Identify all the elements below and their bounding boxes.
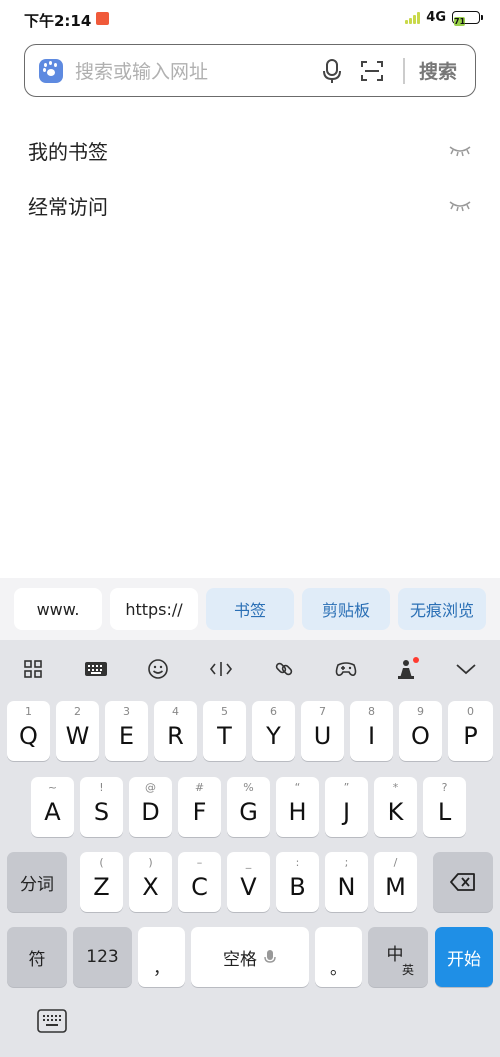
battery-level: 71: [454, 17, 466, 26]
search-button[interactable]: 搜索: [419, 57, 457, 84]
emoji-icon[interactable]: [143, 654, 173, 684]
key-c[interactable]: – C: [178, 852, 221, 912]
network-type: 4G: [426, 10, 446, 25]
chip-www[interactable]: www.: [14, 588, 102, 630]
chip-https[interactable]: https://: [110, 588, 198, 630]
key-o[interactable]: 9O: [399, 701, 442, 761]
comma-key[interactable]: ，: [138, 927, 185, 987]
space-key[interactable]: 空格: [191, 927, 309, 987]
link-icon[interactable]: [269, 654, 299, 684]
status-indicators: 4G 71: [405, 10, 483, 26]
chip-incognito[interactable]: 无痕浏览: [398, 588, 486, 630]
collapse-chevron-icon[interactable]: [451, 654, 481, 684]
gamepad-icon[interactable]: [331, 654, 361, 684]
notification-app-icon: [96, 12, 109, 25]
chip-clipboard[interactable]: 剪贴板: [302, 588, 390, 630]
bookmarks-label: 我的书签: [28, 139, 108, 164]
key-m[interactable]: / M: [374, 852, 417, 912]
search-divider: [403, 57, 405, 84]
keyboard: 1Q 2W 3E 4R 5T 6Y 7U 8I 9O 0P ~ A ! S @ D #…: [0, 640, 500, 1057]
key-j[interactable]: ” J: [325, 777, 368, 837]
status-bar: 下午2:14 4G 71: [0, 0, 500, 40]
search-bar[interactable]: 搜索或输入网址 搜索: [24, 44, 476, 97]
backspace-icon: [450, 873, 475, 891]
keyboard-layout-icon[interactable]: [81, 654, 111, 684]
baidu-paw-icon: [39, 58, 63, 83]
skin-icon[interactable]: [392, 654, 422, 684]
key-b[interactable]: :B: [276, 852, 319, 912]
eye-closed-icon[interactable]: [448, 197, 472, 213]
eye-closed-icon[interactable]: [448, 142, 472, 158]
keyboard-toolbar: [0, 640, 500, 698]
cursor-icon[interactable]: [206, 654, 236, 684]
scan-icon[interactable]: [355, 54, 389, 88]
signal-icon: [405, 11, 421, 24]
bookmarks-row[interactable]: 我的书签: [28, 130, 472, 170]
key-h[interactable]: “H: [276, 777, 319, 837]
key-l[interactable]: ? L: [423, 777, 466, 837]
symbol-key[interactable]: 符: [7, 927, 67, 987]
status-time: 下午2:14: [24, 12, 92, 30]
grid-icon[interactable]: [18, 654, 48, 684]
key-q[interactable]: 1Q: [7, 701, 50, 761]
chip-bookmarks[interactable]: 书签: [206, 588, 294, 630]
frequent-visits-label: 经常访问: [28, 194, 108, 219]
key-u[interactable]: 7U: [301, 701, 344, 761]
segment-key[interactable]: 分词: [7, 852, 67, 912]
period-key[interactable]: 。: [315, 927, 362, 987]
key-n[interactable]: ; N: [325, 852, 368, 912]
key-k[interactable]: * K: [374, 777, 417, 837]
key-x[interactable]: ) X: [129, 852, 172, 912]
key-a[interactable]: ~ A: [31, 777, 74, 837]
microphone-icon: [264, 950, 276, 963]
key-d[interactable]: @ D: [129, 777, 172, 837]
start-button[interactable]: 开始: [435, 927, 493, 987]
key-w[interactable]: 2W: [56, 701, 99, 761]
key-p[interactable]: 0P: [448, 701, 493, 761]
key-f[interactable]: # F: [178, 777, 221, 837]
backspace-key[interactable]: [433, 852, 493, 912]
key-i[interactable]: 8I: [350, 701, 393, 761]
key-s[interactable]: ! S: [80, 777, 123, 837]
frequent-visits-row[interactable]: 经常访问: [28, 185, 472, 225]
language-switch-key[interactable]: 中 英: [368, 927, 428, 987]
key-r[interactable]: 4R: [154, 701, 197, 761]
number-key[interactable]: 123: [73, 927, 132, 987]
microphone-icon[interactable]: [315, 54, 349, 88]
candidate-strip: www. https:// 书签 剪贴板 无痕浏览: [0, 578, 500, 640]
key-g[interactable]: % G: [227, 777, 270, 837]
search-input[interactable]: 搜索或输入网址: [75, 57, 315, 84]
key-v[interactable]: _ V: [227, 852, 270, 912]
keyboard-bottom-bar: [0, 996, 500, 1057]
key-e[interactable]: 3E: [105, 701, 148, 761]
key-y[interactable]: 6Y: [252, 701, 295, 761]
key-t[interactable]: 5T: [203, 701, 246, 761]
battery-icon: 71: [452, 11, 483, 26]
keyboard-switch-icon[interactable]: [37, 1008, 67, 1038]
key-z[interactable]: (Z: [80, 852, 123, 912]
